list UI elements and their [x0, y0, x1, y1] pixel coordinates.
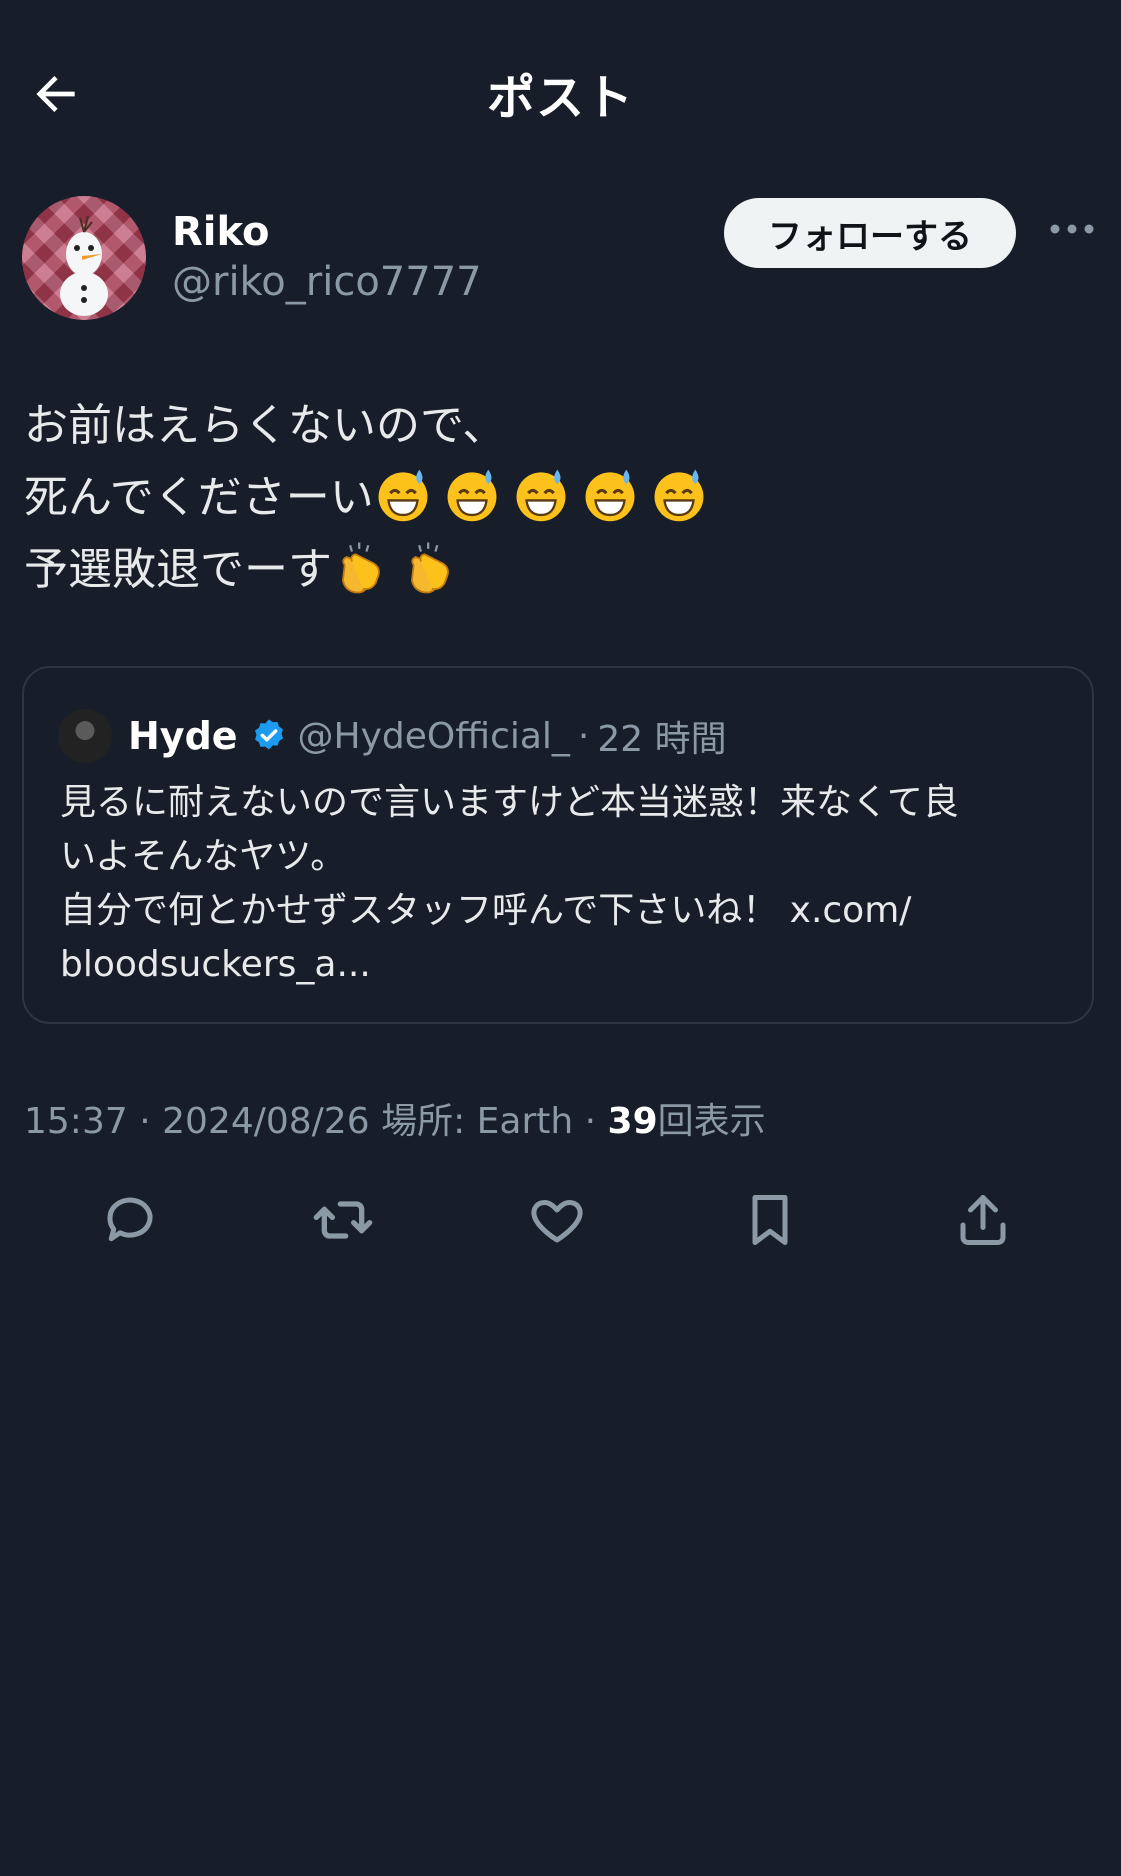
post-date: 2024/08/26: [162, 1101, 370, 1142]
more-icon: [1050, 224, 1094, 234]
share-icon: [960, 1195, 1006, 1245]
share-button[interactable]: [943, 1180, 1023, 1260]
quoted-author-name: Hyde: [128, 714, 238, 758]
retweet-icon: [313, 1201, 373, 1239]
grinning-sweat-emoji: [378, 469, 428, 522]
avatar-snowman-icon: [60, 215, 108, 316]
follow-button[interactable]: フォローする: [724, 198, 1016, 268]
post-line-3-text: 予選敗退でーす: [24, 544, 332, 595]
grinning-sweat-emoji: [654, 469, 704, 522]
quoted-post-card[interactable]: Hyde @HydeOfficial_ · 22 時間 見るに耐えないので言いま…: [22, 666, 1094, 1024]
verified-badge-icon: [254, 719, 283, 750]
quoted-timestamp: 22 時間: [597, 719, 727, 760]
top-bar: ポスト: [0, 0, 1121, 180]
quoted-line-3: 自分で何とかせずスタッフ呼んで下さいね！ x.com/: [60, 890, 912, 931]
avatar[interactable]: [22, 196, 146, 320]
quoted-separator: ·: [577, 715, 590, 757]
bookmark-button[interactable]: [730, 1180, 810, 1260]
reply-icon: [107, 1197, 153, 1242]
grinning-sweat-emoji: [516, 469, 566, 522]
post-line-3: 予選敗退でーす: [24, 534, 1084, 606]
bookmark-icon: [752, 1195, 788, 1245]
quoted-post-text: 見るに耐えないので言いますけど本当迷惑！来なくて良 いよそんなヤツ。 自分で何と…: [60, 776, 1070, 992]
views-label: 回表示: [657, 1101, 766, 1142]
author-name[interactable]: Riko: [172, 208, 482, 256]
grinning-sweat-emoji: [447, 469, 497, 522]
post-meta: 15:37 · 2024/08/26 場所: Earth · 39回表示: [24, 1092, 766, 1144]
author-row: Riko @riko_rico7777 フォローする: [22, 196, 1102, 324]
like-icon: [531, 1200, 583, 1243]
quoted-author-handle: @HydeOfficial_: [297, 715, 570, 757]
quoted-avatar: [58, 709, 112, 763]
post-line-2: 死んでくださーい: [24, 462, 1084, 534]
post-time: 15:37: [24, 1101, 128, 1142]
meta-separator: ·: [139, 1101, 151, 1142]
author-name-block: Riko @riko_rico7777: [172, 208, 482, 308]
post-text: お前はえらくないので、 死んでくださーい 予選敗退でーす: [24, 390, 1084, 606]
post-line-1: お前はえらくないので、: [24, 400, 507, 451]
retweet-button[interactable]: [303, 1180, 383, 1260]
views-count[interactable]: 39: [608, 1101, 658, 1142]
quoted-post-header: Hyde @HydeOfficial_ · 22 時間: [58, 708, 727, 764]
meta-separator: ·: [584, 1101, 597, 1142]
reply-button[interactable]: [90, 1180, 170, 1260]
more-button[interactable]: [1042, 204, 1102, 254]
grinning-sweat-emoji: [585, 469, 635, 522]
like-button[interactable]: [517, 1180, 597, 1260]
clapping-hands-emoji: [341, 542, 380, 594]
post-location: 場所: Earth: [381, 1101, 574, 1142]
page-title: ポスト: [486, 70, 634, 126]
quoted-line-2: いよそんなヤツ。: [60, 836, 347, 877]
quoted-line-4: bloodsuckers_a...: [60, 944, 371, 985]
quoted-line-1: 見るに耐えないので言いますけど本当迷惑！来なくて良: [60, 782, 959, 823]
clapping-hands-emoji: [410, 542, 449, 594]
action-bar: [0, 1180, 1121, 1260]
author-handle[interactable]: @riko_rico7777: [172, 256, 482, 308]
post-line-2-text: 死んでくださーい: [24, 472, 374, 523]
